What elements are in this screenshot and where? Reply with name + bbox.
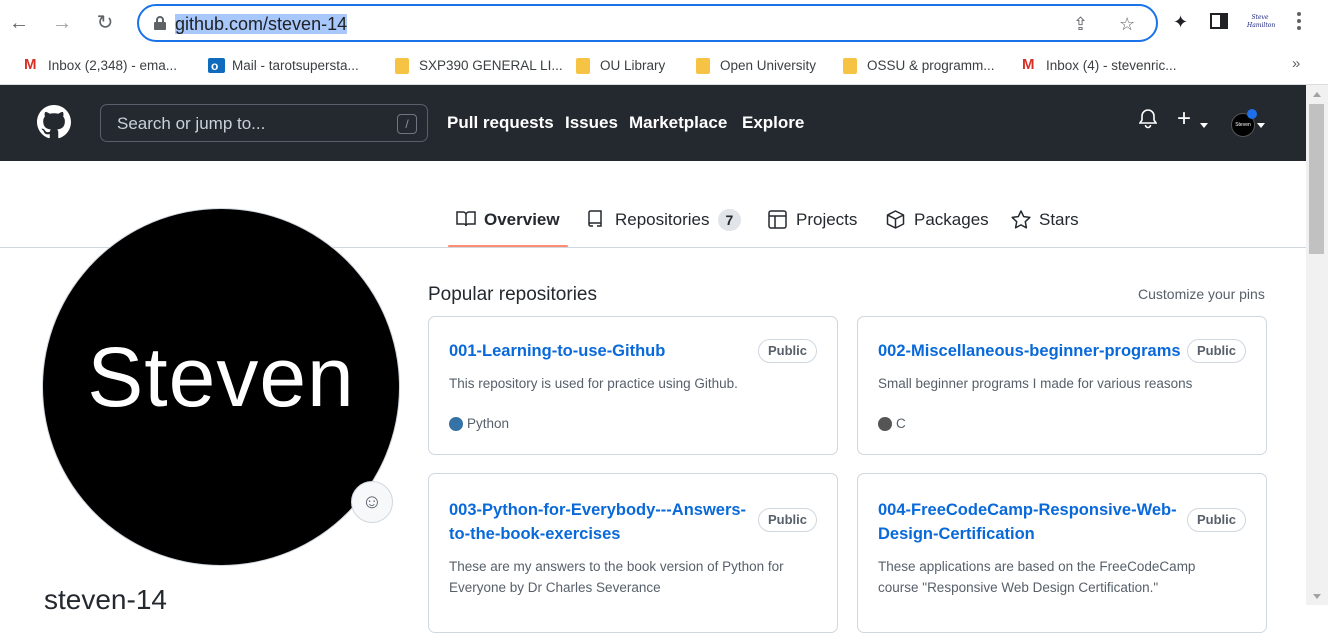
repo-card: 002-Miscellaneous-beginner-programs Publ…	[857, 316, 1267, 455]
customize-pins-link[interactable]: Customize your pins	[1138, 286, 1265, 302]
tab-stars[interactable]: Stars	[1011, 208, 1079, 232]
package-icon	[886, 210, 905, 229]
repo-card: 004-FreeCodeCamp-Responsive-Web- Design-C…	[857, 473, 1267, 633]
nav-explore[interactable]: Explore	[742, 113, 804, 133]
repo-link[interactable]: 004-FreeCodeCamp-Responsive-Web- Design-C…	[878, 498, 1177, 546]
bookmark-item[interactable]: OSSU & programm...	[843, 56, 995, 76]
repo-description: This repository is used for practice usi…	[449, 376, 738, 391]
repositories-count-badge: 7	[717, 209, 742, 231]
bookmark-item[interactable]: OU Library	[576, 56, 665, 76]
folder-icon	[696, 58, 710, 74]
address-bar[interactable]: github.com/steven-14 ⇪ ☆	[137, 4, 1158, 42]
bookmarks-bar: MInbox (2,348) - ema... Mail - tarotsupe…	[0, 47, 1328, 85]
scroll-down-arrow-icon[interactable]	[1313, 594, 1321, 599]
visibility-badge: Public	[757, 339, 817, 363]
nav-marketplace[interactable]: Marketplace	[629, 113, 727, 133]
tab-projects[interactable]: Projects	[768, 208, 857, 232]
lock-icon[interactable]	[154, 16, 166, 30]
bookmark-star-icon[interactable]: ☆	[1119, 14, 1135, 35]
visibility-badge: Public	[1186, 339, 1246, 363]
repo-card: 003-Python-for-Everybody---Answers-to-th…	[428, 473, 838, 633]
folder-icon	[843, 58, 857, 74]
slash-shortcut-icon: /	[397, 114, 417, 134]
back-arrow-icon[interactable]: ←	[8, 12, 30, 34]
popular-repositories-title: Popular repositories	[428, 284, 597, 305]
book-icon	[456, 211, 476, 227]
repo-link[interactable]: 002-Miscellaneous-beginner-programs	[878, 339, 1181, 363]
github-header: Search or jump to... / Pull requests Iss…	[0, 85, 1306, 161]
status-dot-icon	[1247, 109, 1257, 119]
search-placeholder: Search or jump to...	[117, 114, 266, 133]
star-icon	[1011, 210, 1031, 229]
set-status-smiley-icon[interactable]: ☺	[351, 481, 393, 523]
repo-language: Python	[449, 416, 509, 432]
browser-toolbar: ← → ↻ github.com/steven-14 ⇪ ☆ ✦ Steve H…	[0, 0, 1328, 47]
side-panel-icon[interactable]	[1210, 12, 1228, 35]
outlook-icon	[208, 56, 225, 76]
search-input[interactable]: Search or jump to... /	[100, 104, 428, 142]
repo-link[interactable]: 003-Python-for-Everybody---Answers-to-th…	[449, 498, 746, 546]
gmail-icon: M	[24, 56, 37, 73]
language-color-dot	[878, 417, 892, 431]
tab-packages[interactable]: Packages	[886, 208, 989, 232]
repo-description: These applications are based on the Free…	[878, 559, 1196, 595]
bookmark-item[interactable]: Open University	[696, 56, 816, 76]
browser-menu-icon[interactable]	[1296, 12, 1302, 32]
bookmark-item[interactable]: Mail - tarotsupersta...	[208, 56, 359, 76]
repo-card: 001-Learning-to-use-Github Public This r…	[428, 316, 838, 455]
repo-description: Small beginner programs I made for vario…	[878, 376, 1193, 391]
github-logo-icon[interactable]	[37, 105, 71, 139]
tab-repositories[interactable]: Repositories 7	[587, 208, 742, 232]
table-icon	[768, 210, 787, 229]
plus-create-icon[interactable]: +	[1177, 105, 1191, 133]
create-caret-icon[interactable]	[1200, 123, 1208, 128]
gmail-icon: M	[1022, 56, 1035, 73]
bookmark-item[interactable]: M Inbox (2,348) - ema...	[24, 56, 177, 76]
repo-link[interactable]: 001-Learning-to-use-Github	[449, 339, 665, 363]
folder-icon	[395, 58, 409, 74]
scroll-up-arrow-icon[interactable]	[1313, 92, 1321, 97]
reload-icon[interactable]: ↻	[94, 12, 116, 34]
tab-overview[interactable]: Overview	[456, 208, 560, 232]
extensions-puzzle-icon[interactable]: ✦	[1173, 12, 1188, 33]
language-color-dot	[449, 417, 463, 431]
bookmark-item[interactable]: M Inbox (4) - stevenric...	[1022, 56, 1177, 76]
forward-arrow-icon[interactable]: →	[51, 12, 73, 34]
nav-pull-requests[interactable]: Pull requests	[447, 113, 554, 133]
avatar-caret-icon[interactable]	[1257, 123, 1265, 128]
scrollbar-thumb[interactable]	[1309, 104, 1324, 254]
profile-avatar[interactable]: Steven	[43, 209, 399, 565]
repo-description: These are my answers to the book version…	[449, 559, 784, 595]
avatar-text: Steven	[87, 330, 355, 424]
url-text[interactable]: github.com/steven-14	[175, 13, 348, 35]
folder-icon	[576, 58, 590, 74]
profile-username: steven-14	[44, 584, 167, 615]
visibility-badge: Public	[757, 508, 817, 532]
nav-issues[interactable]: Issues	[565, 113, 618, 133]
notification-bell-icon[interactable]	[1138, 109, 1158, 135]
bookmarks-overflow-icon[interactable]: »	[1292, 55, 1300, 72]
browser-profile-icon[interactable]: Steve Hamilton	[1247, 10, 1275, 36]
bookmark-item[interactable]: SXP390 GENERAL LI...	[395, 56, 563, 76]
visibility-badge: Public	[1186, 508, 1246, 532]
share-icon[interactable]: ⇪	[1073, 14, 1088, 35]
repo-icon	[588, 210, 602, 227]
repo-language: C	[878, 416, 906, 432]
